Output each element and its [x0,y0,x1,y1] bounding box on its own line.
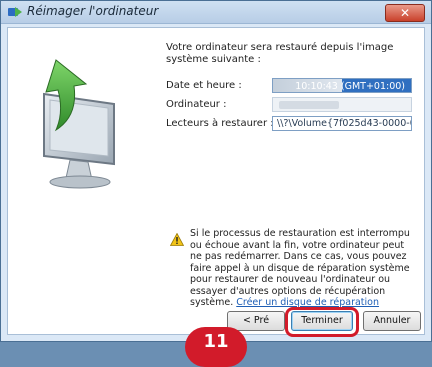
date-label: Date et heure : [166,80,242,91]
drives-value-field: \\?\Volume{7f025d43-0000-0000- [272,116,412,131]
step-number-badge: 11 [185,327,247,367]
drives-value: \\?\Volume{7f025d43-0000-0000- [277,118,411,129]
warning-icon [170,233,184,246]
date-value: 10:10:43 (GMT+01:00) [295,81,405,92]
computer-value-field [272,97,412,112]
dialog-body: Votre ordinateur sera restauré depuis l'… [7,27,425,335]
finish-button-highlight [285,307,359,337]
title-bar[interactable]: Réimager l'ordinateur ✕ [1,1,431,24]
window-title: Réimager l'ordinateur [27,4,159,18]
intro-text: Votre ordinateur sera restauré depuis l'… [166,42,394,65]
computer-restore-illustration [43,59,115,189]
warning-text: Si le processus de restauration est inte… [190,228,410,308]
close-button[interactable]: ✕ [385,4,425,22]
restore-dialog-window: Réimager l'ordinateur ✕ Votre ordinateur… [0,0,432,367]
close-icon: ✕ [399,6,411,20]
computer-value-redacted [279,101,339,109]
drives-label: Lecteurs à restaurer : [166,118,274,129]
computer-label: Ordinateur : [166,99,227,110]
cancel-button[interactable]: Annuler [363,311,421,331]
warning-message: Si le processus de restauration est inte… [190,228,412,309]
restore-app-icon [8,7,22,17]
date-value-field: 10:10:43 (GMT+01:00) [272,78,412,93]
